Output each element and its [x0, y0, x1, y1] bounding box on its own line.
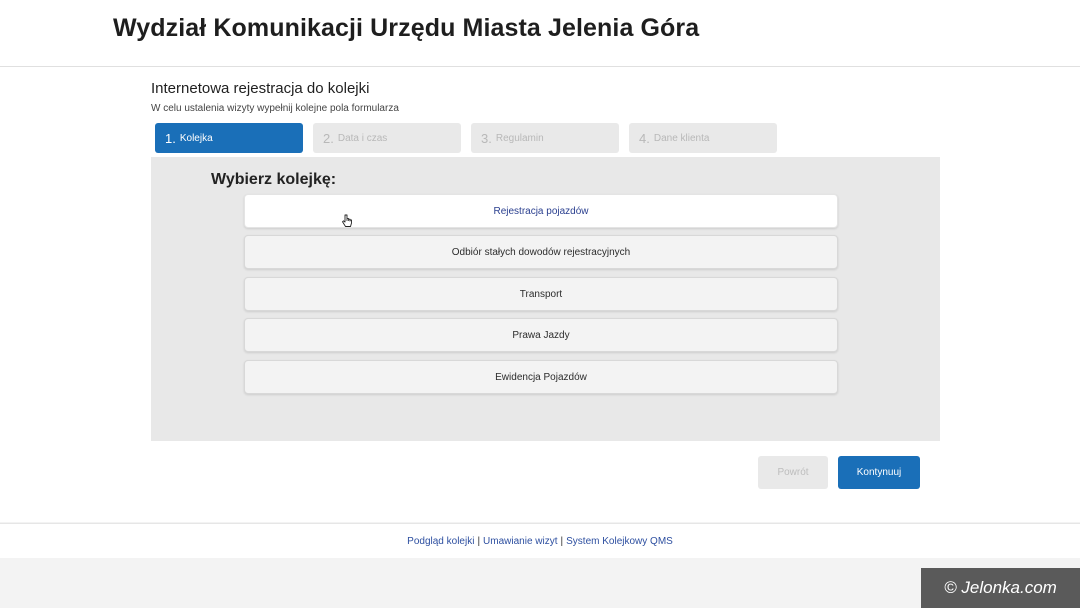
watermark: © Jelonka.com [921, 568, 1080, 608]
step-label: Kolejka [179, 132, 213, 144]
step-client-data[interactable]: 4. Dane klienta [629, 123, 777, 153]
queue-option-registration-documents[interactable]: Odbiór stałych dowodów rejestracyjnych [244, 235, 838, 269]
panel-heading: Wybierz kolejkę: [211, 171, 337, 188]
step-label: Regulamin [495, 132, 544, 144]
queue-option-label: Ewidencja Pojazdów [495, 371, 587, 383]
site-footer: Podgląd kolejki | Umawianie wizyt | Syst… [0, 523, 1080, 558]
step-number: 4. [639, 130, 650, 146]
queue-option-vehicle-records[interactable]: Ewidencja Pojazdów [244, 360, 838, 394]
queue-option-label: Prawa Jazdy [512, 329, 570, 341]
hand-pointer-icon [342, 214, 352, 227]
step-label: Dane klienta [653, 132, 710, 144]
footer-link-queue-preview[interactable]: Podgląd kolejki [407, 536, 474, 547]
step-queue[interactable]: 1. Kolejka [155, 123, 303, 153]
queue-selection-panel: Wybierz kolejkę: Rejestracja pojazdów Od… [151, 157, 940, 441]
page-title: Internetowa rejestracja do kolejki [151, 80, 370, 97]
step-number: 1. [165, 130, 176, 146]
continue-button[interactable]: Kontynuuj [838, 456, 920, 489]
queue-option-label: Odbiór stałych dowodów rejestracyjnych [451, 246, 631, 258]
footer-link-appointments[interactable]: Umawianie wizyt [483, 536, 557, 547]
queue-option-vehicle-registration[interactable]: Rejestracja pojazdów [244, 194, 838, 228]
step-date-time[interactable]: 2. Data i czas [313, 123, 461, 153]
step-number: 3. [481, 130, 492, 146]
footer-separator: | [477, 535, 481, 547]
site-title: Wydział Komunikacji Urzędu Miasta Jeleni… [113, 14, 700, 42]
step-terms[interactable]: 3. Regulamin [471, 123, 619, 153]
page-subtitle: W celu ustalenia wizyty wypełnij kolejne… [151, 103, 399, 114]
footer-link-qms[interactable]: System Kolejkowy QMS [566, 536, 673, 547]
queue-option-driving-license[interactable]: Prawa Jazdy [244, 318, 838, 352]
back-button[interactable]: Powrót [758, 456, 828, 489]
main-content: Internetowa rejestracja do kolejki W cel… [0, 67, 1080, 522]
step-label: Data i czas [337, 132, 388, 144]
site-header: Wydział Komunikacji Urzędu Miasta Jeleni… [0, 0, 1080, 67]
step-number: 2. [323, 130, 334, 146]
footer-separator: | [560, 535, 564, 547]
queue-option-label: Transport [519, 288, 563, 300]
queue-option-label: Rejestracja pojazdów [493, 205, 589, 217]
queue-option-transport[interactable]: Transport [244, 277, 838, 311]
